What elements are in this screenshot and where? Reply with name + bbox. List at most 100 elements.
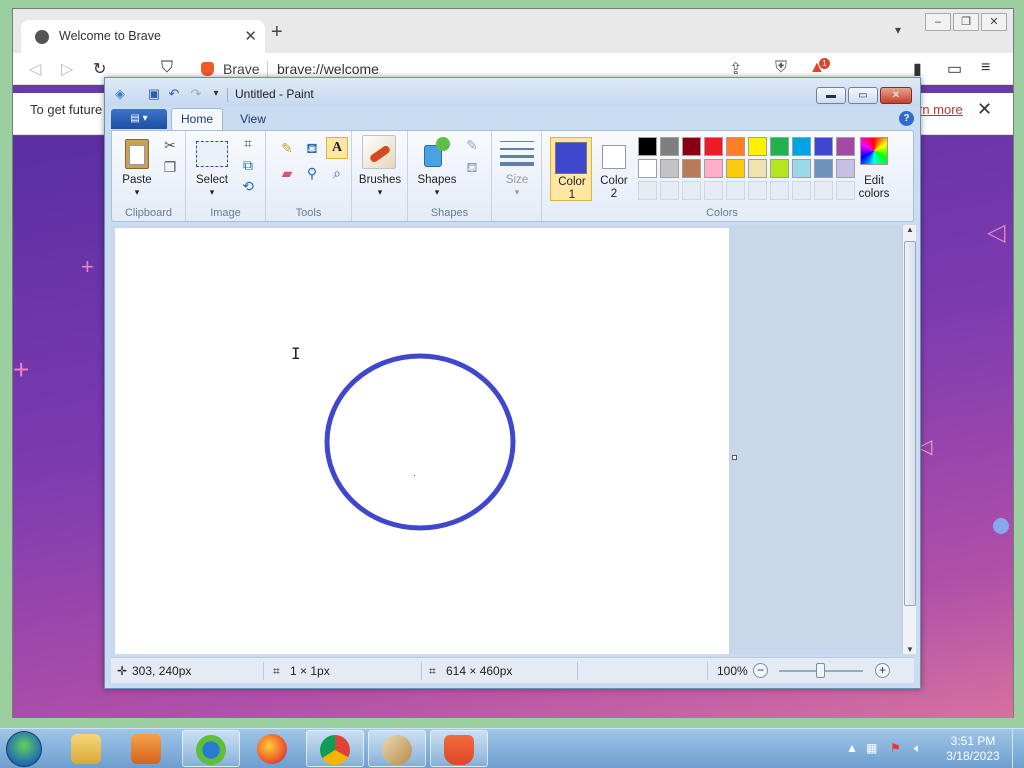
palette-swatch[interactable] [704, 159, 723, 178]
taskbar-chrome[interactable] [306, 730, 364, 767]
palette-swatch[interactable] [792, 159, 811, 178]
text-tool-icon[interactable]: A [326, 137, 348, 159]
vertical-scrollbar[interactable]: ▲ ▼ [902, 225, 916, 654]
wallet-icon[interactable]: ▭ [947, 59, 962, 79]
resize-icon[interactable]: ⧉ [238, 155, 258, 175]
customize-quick-access-icon[interactable]: ▾ [209, 87, 223, 101]
taskbar-intel-app[interactable] [182, 730, 240, 767]
zoom-out-button[interactable]: − [753, 663, 768, 678]
magnifier-icon[interactable]: ⌕ [326, 162, 348, 184]
edit-colors-icon[interactable] [860, 137, 888, 165]
taskbar-paint[interactable] [368, 730, 426, 767]
color-picker-icon[interactable]: ⚲ [301, 162, 323, 184]
bookmark-icon[interactable]: ⛉ [161, 59, 173, 77]
action-center-flag-icon[interactable]: ⚑ [890, 741, 901, 755]
select-button[interactable] [196, 141, 228, 167]
select-dropdown-icon[interactable]: ▾ [192, 187, 232, 198]
taskbar-explorer[interactable] [58, 730, 116, 767]
menu-icon[interactable]: ≡ [981, 59, 990, 77]
brushes-button[interactable] [362, 135, 396, 169]
forward-icon[interactable]: ▷ [61, 59, 73, 79]
palette-custom-slot[interactable] [726, 181, 745, 200]
palette-swatch[interactable] [682, 137, 701, 156]
palette-custom-slot[interactable] [682, 181, 701, 200]
size-button[interactable] [500, 139, 534, 167]
browser-tab-welcome[interactable]: Welcome to Brave ✕ [21, 20, 265, 53]
pencil-icon[interactable]: ✎ [276, 137, 298, 159]
undo-icon[interactable]: ↶ [167, 87, 181, 101]
network-icon[interactable]: ▦ [866, 741, 877, 755]
infobar-learn-more-link[interactable]: rn more [918, 102, 963, 117]
save-icon[interactable]: ▣ [147, 87, 161, 101]
volume-icon[interactable]: 🔈︎ [914, 741, 921, 756]
palette-swatch[interactable] [814, 137, 833, 156]
palette-swatch[interactable] [770, 159, 789, 178]
taskbar-media-player[interactable] [118, 730, 176, 767]
palette-swatch[interactable] [726, 137, 745, 156]
palette-custom-slot[interactable] [704, 181, 723, 200]
palette-swatch[interactable] [814, 159, 833, 178]
size-dropdown-icon[interactable]: ▾ [492, 187, 542, 198]
browser-restore-button[interactable]: ❐ [953, 13, 979, 31]
scrollbar-thumb[interactable] [904, 241, 916, 606]
palette-custom-slot[interactable] [814, 181, 833, 200]
shapes-button[interactable] [420, 135, 454, 169]
canvas-resize-handle[interactable] [732, 455, 737, 460]
back-icon[interactable]: ◁ [29, 59, 41, 79]
taskbar-firefox[interactable] [244, 730, 302, 767]
crop-icon[interactable]: ⌗ [238, 133, 258, 153]
cut-icon[interactable]: ✂ [160, 135, 180, 155]
help-icon[interactable]: ? [899, 111, 914, 126]
infobar-close-icon[interactable]: ✕ [977, 99, 992, 120]
reload-icon[interactable]: ↻ [93, 59, 106, 79]
redo-icon[interactable]: ↷ [189, 87, 203, 101]
paste-button[interactable] [122, 137, 152, 171]
close-tab-icon[interactable]: ✕ [244, 27, 257, 45]
palette-swatch[interactable] [704, 137, 723, 156]
zoom-in-button[interactable]: + [875, 663, 890, 678]
copy-icon[interactable]: ❐ [160, 157, 180, 177]
shapes-dropdown-icon[interactable]: ▾ [412, 187, 462, 198]
tab-view[interactable]: View [233, 108, 273, 130]
start-button[interactable] [6, 731, 42, 767]
edit-colors-label-line1[interactable]: Edit [850, 175, 898, 187]
browser-minimize-button[interactable]: – [925, 13, 951, 31]
taskbar-brave[interactable] [430, 730, 488, 767]
palette-swatch[interactable] [660, 137, 679, 156]
palette-swatch[interactable] [638, 137, 657, 156]
palette-custom-slot[interactable] [638, 181, 657, 200]
palette-custom-slot[interactable] [748, 181, 767, 200]
browser-close-button[interactable]: ✕ [981, 13, 1007, 31]
palette-swatch[interactable] [638, 159, 657, 178]
taskbar-clock[interactable]: 3:51 PM 3/18/2023 [938, 734, 1008, 764]
palette-swatch[interactable] [660, 159, 679, 178]
scroll-down-icon[interactable]: ▼ [903, 645, 917, 654]
paint-close-button[interactable]: ✕ [880, 87, 912, 104]
palette-swatch[interactable] [836, 137, 855, 156]
palette-custom-slot[interactable] [792, 181, 811, 200]
paste-dropdown-icon[interactable]: ▾ [118, 187, 156, 198]
paint-maximize-button[interactable]: ▭ [848, 87, 878, 104]
palette-swatch[interactable] [748, 159, 767, 178]
outline-icon[interactable]: ✎ [462, 135, 482, 155]
zoom-slider-thumb[interactable] [816, 663, 825, 678]
palette-custom-slot[interactable] [660, 181, 679, 200]
eraser-icon[interactable]: ▰ [276, 162, 298, 184]
paint-minimize-button[interactable]: ▬ [816, 87, 846, 104]
brave-shields-icon[interactable]: ⛨ [775, 59, 787, 77]
edit-colors-label-line2[interactable]: colors [850, 188, 898, 200]
palette-swatch[interactable] [792, 137, 811, 156]
rotate-icon[interactable]: ⟲ [238, 176, 258, 196]
palette-swatch[interactable] [770, 137, 789, 156]
palette-swatch[interactable] [682, 159, 701, 178]
brushes-dropdown-icon[interactable]: ▾ [352, 187, 408, 198]
share-icon[interactable]: ⇪ [729, 59, 742, 79]
drawing-canvas[interactable]: I [115, 228, 729, 654]
paint-file-menu-button[interactable]: ▤ ▾ [111, 109, 167, 129]
fill-icon[interactable]: ⛾ [462, 157, 482, 177]
new-tab-button[interactable]: + [271, 21, 283, 44]
color1-button[interactable]: Color 1 [550, 137, 592, 201]
palette-swatch[interactable] [726, 159, 745, 178]
palette-swatch[interactable] [748, 137, 767, 156]
show-hidden-icons-icon[interactable]: ▲ [846, 741, 858, 755]
